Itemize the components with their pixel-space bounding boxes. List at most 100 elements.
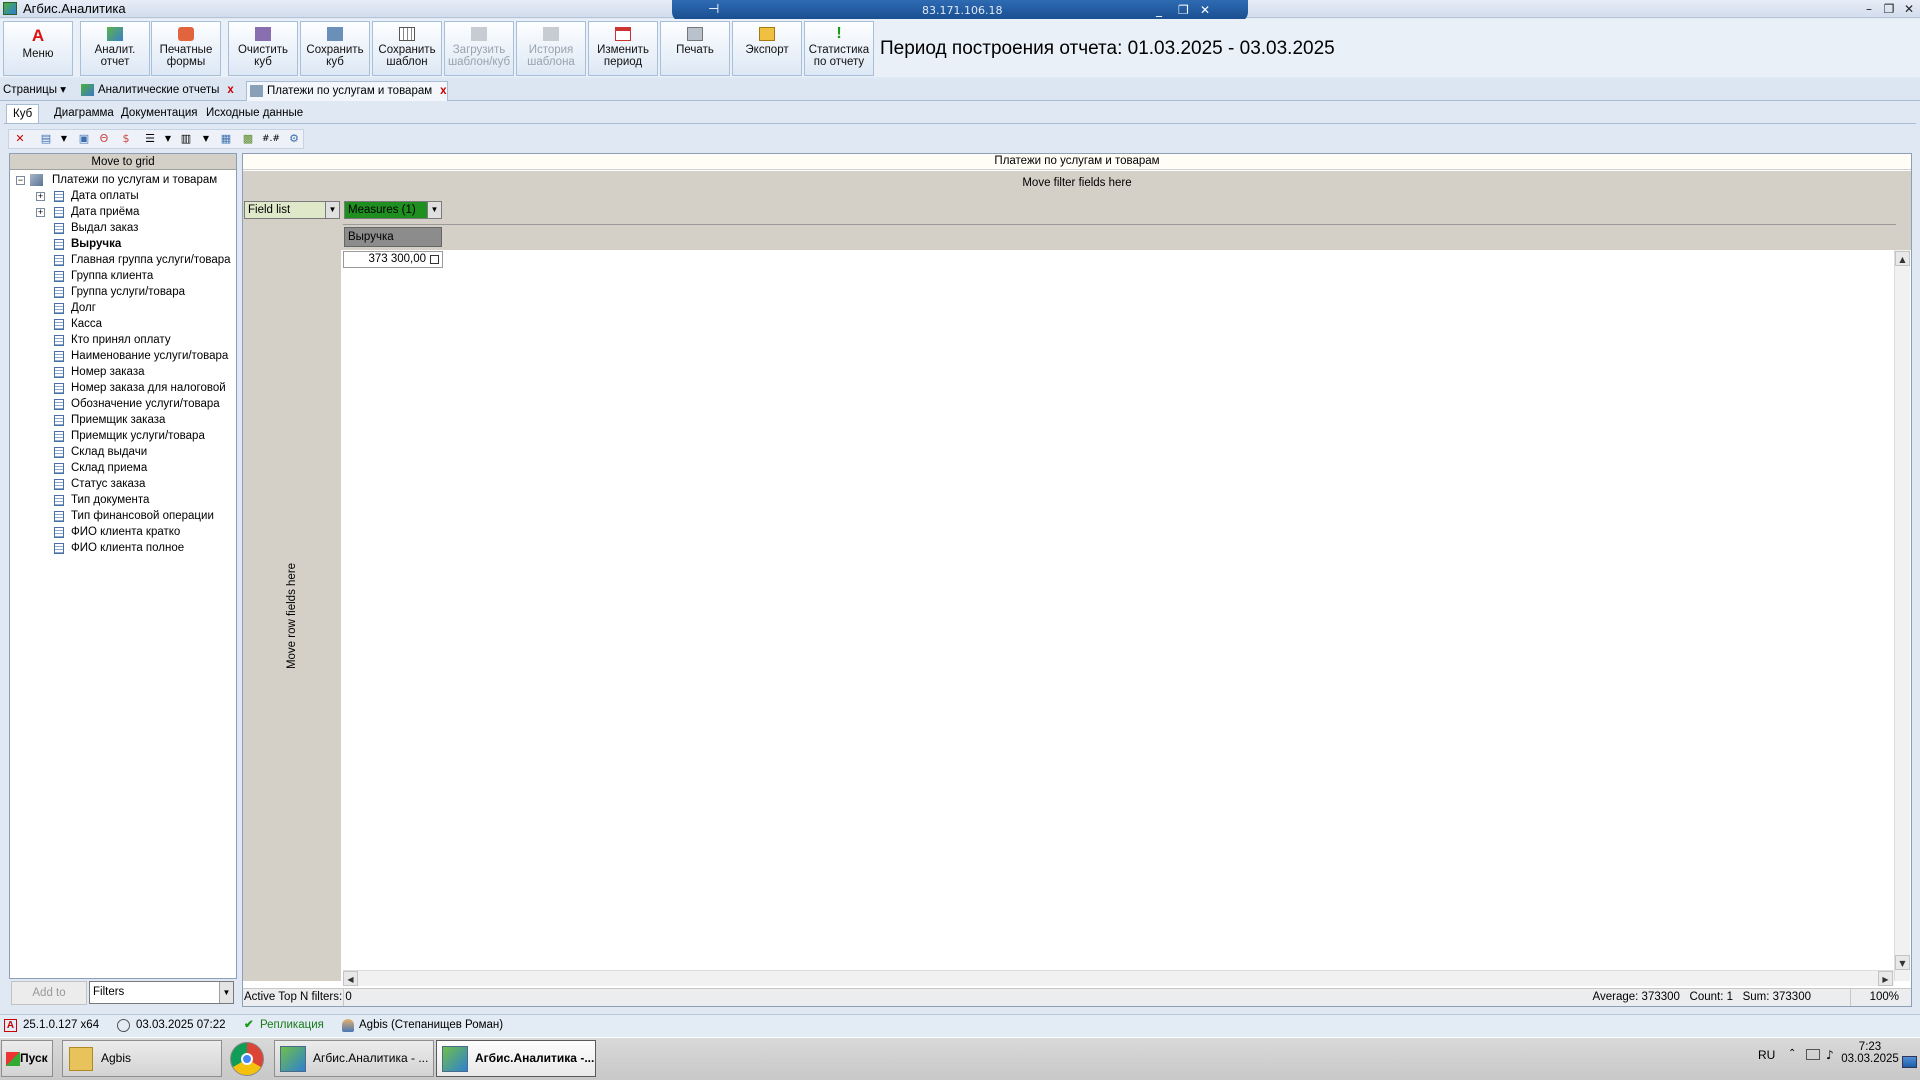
menu-button[interactable]: A Меню bbox=[3, 21, 73, 76]
scroll-left-icon[interactable]: ◀ bbox=[343, 971, 358, 986]
field-item[interactable]: Наименование услуги/товара bbox=[54, 348, 234, 364]
field-item[interactable]: Выручка bbox=[54, 236, 234, 252]
grid-settings-icon[interactable]: ▩ bbox=[240, 131, 256, 147]
chevron-down-icon[interactable]: ▼ bbox=[198, 131, 214, 147]
add-to-button[interactable]: Add to bbox=[11, 981, 87, 1005]
tab-source-data[interactable]: Исходные данные bbox=[200, 104, 309, 123]
tab-diagram[interactable]: Диаграмма bbox=[48, 104, 120, 123]
tab-documentation[interactable]: Документация bbox=[115, 104, 204, 123]
field-item[interactable]: Приемщик заказа bbox=[54, 412, 234, 428]
pages-dropdown[interactable]: Страницы ▾ bbox=[3, 81, 66, 101]
rdp-minimize-button[interactable]: _ bbox=[1156, 3, 1162, 17]
field-label: Главная группа услуги/товара bbox=[71, 254, 231, 266]
rdp-close-button[interactable]: ✕ bbox=[1200, 3, 1210, 17]
field-item[interactable]: Группа услуги/товара bbox=[54, 284, 234, 300]
save-template-button[interactable]: Сохранить шаблон bbox=[372, 21, 442, 76]
area-select[interactable]: Filters ▼ bbox=[89, 981, 234, 1004]
chevron-down-icon[interactable]: ▼ bbox=[160, 131, 176, 147]
zoom-level[interactable]: 100% bbox=[1870, 989, 1899, 1006]
clear-cube-button[interactable]: Очистить куб bbox=[228, 21, 298, 76]
collapse-icon[interactable]: − bbox=[16, 176, 25, 185]
field-item[interactable]: ФИО клиента кратко bbox=[54, 524, 234, 540]
scroll-up-icon[interactable]: ▲ bbox=[1895, 251, 1910, 266]
tab-cube[interactable]: Куб bbox=[6, 104, 40, 123]
minimize-button[interactable]: – bbox=[1858, 0, 1880, 18]
tab-analytic-reports[interactable]: Аналитические отчеты x bbox=[78, 81, 234, 101]
field-item[interactable]: Приемщик услуги/товара bbox=[54, 428, 234, 444]
field-item[interactable]: ФИО клиента полное bbox=[54, 540, 234, 556]
field-item[interactable]: Номер заказа для налоговой bbox=[54, 380, 234, 396]
load-template-button[interactable]: Загрузить шаблон/куб bbox=[444, 21, 514, 76]
field-item[interactable]: Склад выдачи bbox=[54, 444, 234, 460]
field-item[interactable]: Выдал заказ bbox=[54, 220, 234, 236]
clock[interactable]: 7:23 03.03.2025 bbox=[1840, 1041, 1900, 1065]
move-to-grid-header[interactable]: Move to grid bbox=[10, 154, 236, 170]
hide-totals-icon[interactable]: Θ bbox=[96, 131, 112, 147]
field-item[interactable]: Номер заказа bbox=[54, 364, 234, 380]
delete-icon[interactable]: ✕ bbox=[12, 131, 28, 147]
sort-icon[interactable]: ▦ bbox=[218, 131, 234, 147]
tab-label: Платежи по услугам и товарам bbox=[267, 85, 433, 97]
columns-icon[interactable]: ▥ bbox=[178, 131, 194, 147]
field-item[interactable]: Статус заказа bbox=[54, 476, 234, 492]
replication-status[interactable]: Репликация bbox=[260, 1015, 324, 1036]
start-button[interactable]: Пуск bbox=[1, 1040, 53, 1077]
scroll-down-icon[interactable]: ▼ bbox=[1895, 955, 1910, 970]
analit-report-button[interactable]: Аналит. отчет bbox=[80, 21, 150, 76]
field-item[interactable]: Касса bbox=[54, 316, 234, 332]
field-item[interactable]: Главная группа услуги/товара bbox=[54, 252, 234, 268]
rows-icon[interactable]: ☰ bbox=[142, 131, 158, 147]
number-format-icon[interactable]: #.# bbox=[262, 131, 280, 147]
expand-icon[interactable]: + bbox=[36, 192, 45, 201]
field-icon bbox=[54, 511, 64, 522]
tray-expand-icon[interactable]: ⌃ bbox=[1788, 1048, 1796, 1059]
horizontal-scrollbar[interactable] bbox=[343, 970, 1894, 986]
options-icon[interactable]: ⚙ bbox=[286, 131, 302, 147]
tab-payments[interactable]: Платежи по услугам и товарам x bbox=[246, 81, 448, 101]
layout-icon[interactable]: ▤ bbox=[38, 131, 54, 147]
field-list-button[interactable]: Field list ▼ bbox=[244, 201, 340, 219]
language-indicator[interactable]: RU bbox=[1758, 1048, 1775, 1062]
template-history-button[interactable]: История шаблона bbox=[516, 21, 586, 76]
volume-icon[interactable]: ♪ bbox=[1826, 1048, 1834, 1062]
taskbar-app-1[interactable]: Агбис.Аналитика - ... bbox=[274, 1040, 434, 1077]
scroll-right-icon[interactable]: ▶ bbox=[1878, 971, 1893, 986]
field-item[interactable]: Тип финансовой операции bbox=[54, 508, 234, 524]
field-item[interactable]: Обозначение услуги/товара bbox=[54, 396, 234, 412]
change-period-button[interactable]: Изменить период bbox=[588, 21, 658, 76]
export-button[interactable]: Экспорт bbox=[732, 21, 802, 76]
pin-icon[interactable]: ⊣ bbox=[708, 2, 719, 17]
maximize-button[interactable]: ❐ bbox=[1878, 0, 1900, 18]
save-cube-button[interactable]: Сохранить куб bbox=[300, 21, 370, 76]
field-item[interactable]: + Дата приёма bbox=[36, 204, 234, 220]
currency-icon[interactable]: $ bbox=[118, 131, 134, 147]
print-button[interactable]: Печать bbox=[660, 21, 730, 76]
field-item[interactable]: Тип документа bbox=[54, 492, 234, 508]
show-desktop-icon[interactable] bbox=[1902, 1056, 1917, 1068]
rdp-restore-button[interactable]: ❐ bbox=[1178, 3, 1189, 17]
close-tab-icon[interactable]: x bbox=[227, 84, 233, 96]
app1-label: Агбис.Аналитика - ... bbox=[313, 1051, 429, 1065]
taskbar-folder[interactable]: Agbis bbox=[62, 1040, 222, 1077]
vertical-scrollbar[interactable] bbox=[1894, 250, 1910, 981]
close-tab-icon[interactable]: x bbox=[440, 85, 446, 97]
field-label: Кто принял оплату bbox=[71, 334, 171, 346]
chevron-down-icon[interactable]: ▼ bbox=[56, 131, 72, 147]
network-icon[interactable] bbox=[1806, 1049, 1820, 1060]
tree-root[interactable]: − Платежи по услугам и товарам bbox=[16, 172, 231, 188]
close-button[interactable]: ✕ bbox=[1898, 0, 1920, 18]
taskbar-app-2[interactable]: Агбис.Аналитика -... bbox=[436, 1040, 596, 1077]
measure-header[interactable]: Выручка bbox=[344, 227, 442, 247]
filter-area[interactable]: Move filter fields here bbox=[243, 171, 1911, 196]
refresh-icon[interactable]: ▣ bbox=[76, 131, 92, 147]
field-item[interactable]: Долг bbox=[54, 300, 234, 316]
field-item[interactable]: Склад приема bbox=[54, 460, 234, 476]
field-item[interactable]: Кто принял оплату bbox=[54, 332, 234, 348]
field-item[interactable]: Группа клиента bbox=[54, 268, 234, 284]
field-item[interactable]: + Дата оплаты bbox=[36, 188, 234, 204]
measures-button[interactable]: Measures (1) ▼ bbox=[344, 201, 442, 219]
data-cell[interactable]: 373 300,00 bbox=[343, 251, 443, 268]
print-forms-button[interactable]: Печатные формы bbox=[151, 21, 221, 76]
expand-icon[interactable]: + bbox=[36, 208, 45, 217]
report-stats-button[interactable]: ! Статистика по отчету bbox=[804, 21, 874, 76]
